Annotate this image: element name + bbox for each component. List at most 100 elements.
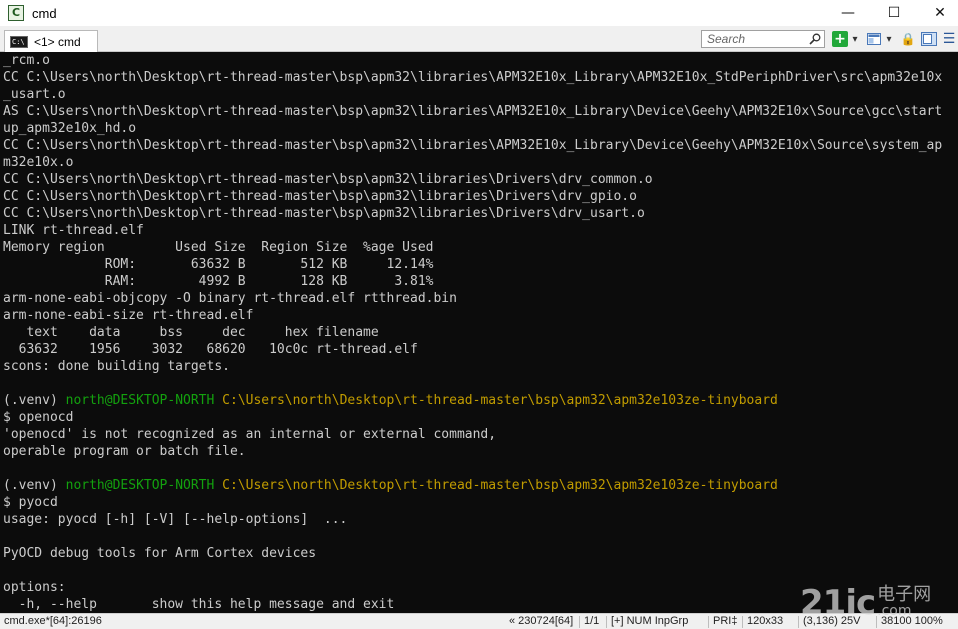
console-text: 63632 1956 3032 68620 10c0c rt-thread.el… [3, 342, 418, 357]
console-line: arm-none-eabi-objcopy -O binary rt-threa… [3, 290, 457, 307]
watermark-cn: 电子网 [877, 584, 932, 605]
console-line: up_apm32e10x_hd.o [3, 120, 136, 137]
console-icon: C:\ [10, 35, 28, 48]
panel-toggle-icon-svg [921, 32, 937, 46]
status-separator [742, 616, 743, 628]
new-console-icon[interactable]: + [832, 31, 848, 47]
watermark-logo: 21ic [800, 583, 876, 623]
console-line: 'openocd' is not recognized as an intern… [3, 426, 496, 443]
console-text: options: [3, 580, 66, 595]
console-line: options: [3, 579, 66, 596]
conemu-app-icon[interactable]: C [8, 5, 24, 21]
console-text: 'openocd' is not recognized as an intern… [3, 427, 497, 442]
console-line: RAM: 4992 B 128 KB 3.81% [3, 273, 434, 290]
console-text: PyOCD debug tools for Arm Cortex devices [3, 546, 317, 561]
console-text: usage: pyocd [-h] [-V] [--help-options] … [3, 512, 348, 527]
console-output[interactable]: _rcm.o CC C:\Users\north\Desktop\rt-threa… [0, 52, 958, 613]
search-icon[interactable] [809, 33, 821, 45]
split-view-dropdown-icon[interactable]: ▾ [884, 31, 894, 47]
status-size: 120x33 [747, 615, 784, 627]
console-line: -h, --help show this help message and ex… [3, 596, 395, 613]
prompt-path: C:\Users\north\Desktop\rt-thread-master\… [214, 393, 778, 408]
console-text: _rcm.o [3, 53, 50, 68]
status-page: 1/1 [584, 615, 600, 627]
console-text: arm-none-eabi-objcopy -O binary rt-threa… [3, 291, 457, 306]
console-line: 63632 1956 3032 68620 10c0c rt-thread.el… [3, 341, 418, 358]
console-line: arm-none-eabi-size rt-thread.elf [3, 307, 253, 324]
lock-icon[interactable]: 🔒 [900, 31, 916, 47]
status-flags: [+] NUM InpGrp [611, 615, 689, 627]
console-text: up_apm32e10x_hd.o [3, 121, 137, 136]
console-line: $ pyocd [3, 494, 58, 511]
split-view-icon-svg [867, 33, 881, 45]
console-text: Memory region Used Size Region Size %age… [3, 240, 434, 255]
console-line: _rcm.o [3, 52, 50, 69]
window-title: cmd [32, 5, 57, 21]
console-text: text data bss dec hex filename [3, 325, 379, 340]
console-line: scons: done building targets. [3, 358, 230, 375]
console-line: LINK rt-thread.elf [3, 222, 144, 239]
console-line: operable program or batch file. [3, 443, 246, 460]
tab-label: <1> cmd [34, 34, 81, 49]
status-priority: PRI‡ [713, 615, 738, 627]
site-watermark: 21ic 电子网 .com [800, 578, 955, 628]
maximize-button[interactable]: ☐ [871, 0, 917, 26]
console-text: -h, --help show this help message and ex… [3, 597, 395, 612]
watermark-en: .com [877, 603, 912, 619]
console-text: $ openocd [3, 410, 74, 425]
console-text: CC C:\Users\north\Desktop\rt-thread-mast… [3, 206, 645, 221]
console-text: CC C:\Users\north\Desktop\rt-thread-mast… [3, 172, 653, 187]
console-text: CC C:\Users\north\Desktop\rt-thread-mast… [3, 70, 943, 85]
prompt-user-host: north@DESKTOP-NORTH [65, 478, 215, 493]
console-text: (.venv) [3, 393, 66, 408]
console-text: CC C:\Users\north\Desktop\rt-thread-mast… [3, 189, 637, 204]
menu-icon[interactable]: ☰ [942, 31, 956, 47]
split-view-icon[interactable] [866, 31, 882, 47]
status-separator [606, 616, 607, 628]
console-text: _usart.o [3, 87, 66, 102]
console-text: AS C:\Users\north\Desktop\rt-thread-mast… [3, 104, 943, 119]
console-text: RAM: 4992 B 128 KB 3.81% [3, 274, 434, 289]
console-text: scons: done building targets. [3, 359, 230, 374]
console-line: Memory region Used Size Region Size %age… [3, 239, 433, 256]
tab-toolbar: C:\ <1> cmd Search + ▾ ▾ 🔒 ☰ [0, 26, 958, 52]
status-separator [579, 616, 580, 628]
console-line: CC C:\Users\north\Desktop\rt-thread-mast… [3, 205, 645, 222]
console-text: $ pyocd [3, 495, 58, 510]
console-line: (.venv) north@DESKTOP-NORTH C:\Users\nor… [3, 392, 778, 409]
watermark-side: 电子网 .com [877, 584, 932, 620]
status-separator [798, 616, 799, 628]
status-build: « 230724[64] [509, 615, 574, 627]
search-input[interactable]: Search [701, 30, 825, 48]
console-line: $ openocd [3, 409, 73, 426]
console-text: m32e10x.o [3, 155, 74, 170]
status-separator [708, 616, 709, 628]
console-text: LINK rt-thread.elf [3, 223, 144, 238]
console-line: usage: pyocd [-h] [-V] [--help-options] … [3, 511, 347, 528]
close-button[interactable]: ✕ [917, 0, 958, 26]
new-console-dropdown-icon[interactable]: ▾ [850, 31, 860, 47]
console-line: text data bss dec hex filename [3, 324, 379, 341]
panel-toggle-icon[interactable] [920, 31, 938, 47]
console-line: AS C:\Users\north\Desktop\rt-thread-mast… [3, 103, 942, 120]
console-text: ROM: 63632 B 512 KB 12.14% [3, 257, 434, 272]
search-placeholder: Search [707, 32, 746, 46]
status-process: cmd.exe*[64]:26196 [4, 615, 102, 627]
minimize-button[interactable]: — [825, 0, 871, 26]
console-line: CC C:\Users\north\Desktop\rt-thread-mast… [3, 171, 653, 188]
console-text: arm-none-eabi-size rt-thread.elf [3, 308, 254, 323]
console-text: (.venv) [3, 478, 66, 493]
console-line: CC C:\Users\north\Desktop\rt-thread-mast… [3, 137, 942, 154]
prompt-path: C:\Users\north\Desktop\rt-thread-master\… [214, 478, 778, 493]
console-line: ROM: 63632 B 512 KB 12.14% [3, 256, 434, 273]
console-line: (.venv) north@DESKTOP-NORTH C:\Users\nor… [3, 477, 778, 494]
console-line: CC C:\Users\north\Desktop\rt-thread-mast… [3, 188, 637, 205]
prompt-user-host: north@DESKTOP-NORTH [65, 393, 215, 408]
console-line: PyOCD debug tools for Arm Cortex devices [3, 545, 316, 562]
title-bar: C cmd — ☐ ✕ [0, 0, 958, 26]
console-line: m32e10x.o [3, 154, 73, 171]
console-text: operable program or batch file. [3, 444, 246, 459]
console-text: CC C:\Users\north\Desktop\rt-thread-mast… [3, 138, 943, 153]
tab-console-1[interactable]: C:\ <1> cmd [4, 30, 98, 52]
console-line: CC C:\Users\north\Desktop\rt-thread-mast… [3, 69, 942, 86]
